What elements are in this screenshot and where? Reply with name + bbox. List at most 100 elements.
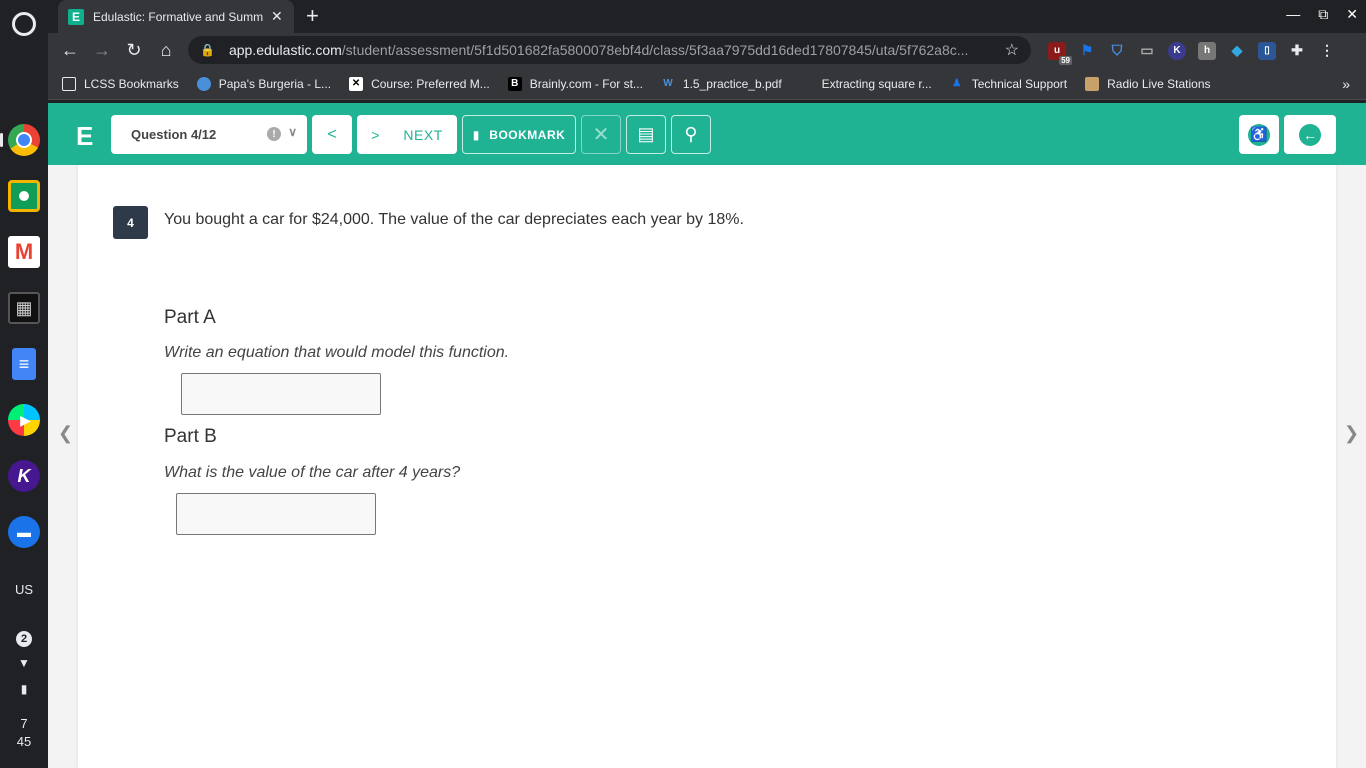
previous-page-arrow-icon[interactable]: ❮ [58,423,73,444]
clock-hour[interactable]: 7 [0,716,48,731]
browser-toolbar: ← → ↻ ⌂ 🔒 app.edulastic.com/student/asse… [48,33,1366,68]
scratchpad-icon: ▤ [637,124,655,144]
user-avatar[interactable]: US [0,582,48,597]
bookmark-star-icon[interactable]: ☆ [1005,40,1019,60]
launcher-icon[interactable] [12,12,36,36]
extensions-bar: u 59 ⚑ ⛉ ▭ K h ◆ ▯ ✚ ⋮ [1048,33,1336,68]
bookmark-label: Brainly.com - For st... [529,76,643,91]
flag-extension-icon[interactable]: ⚑ [1078,42,1096,60]
magnifier-icon: ⚲ [684,124,698,144]
bookmarks-overflow-icon[interactable]: » [1342,76,1350,92]
alert-icon: ! [267,127,281,141]
bookmark-label: Papa's Burgeria - L... [218,76,332,91]
tab-title: Edulastic: Formative and Summ [93,9,264,24]
os-shelf: US 2 ▼ ▮ 7 45 [0,0,48,768]
wifi-icon[interactable]: ▼ [0,656,48,670]
puzzle-extensions-icon[interactable]: ✚ [1288,42,1306,60]
bookmark-label: Technical Support [971,76,1068,91]
part-a-title: Part A [164,307,216,328]
globe-icon [196,76,211,91]
battery-icon[interactable]: ▮ [0,682,48,696]
bookmark-item[interactable]: Radio Live Stations [1085,76,1211,91]
bookmark-item[interactable]: B Brainly.com - For st... [507,76,643,91]
bookmark-label: Radio Live Stations [1107,76,1211,91]
cast-extension-icon[interactable]: ▭ [1138,42,1156,60]
bookmark-item[interactable]: LCSS Bookmarks [62,76,179,91]
url-text: app.edulastic.com/student/assessment/5f1… [229,42,999,58]
h-extension-icon[interactable]: h [1198,41,1216,60]
exit-arrow-icon: ← [1299,123,1321,146]
minimize-icon[interactable]: — [1286,6,1300,23]
question-selector[interactable]: Question 4/12 ! ∨ [111,115,307,154]
scratchpad-button[interactable]: ▤ [626,115,666,154]
accessibility-icon: ♿ [1248,123,1270,146]
bookmark-button[interactable]: ▮ BOOKMARK [462,115,576,154]
assessment-header: E Question 4/12 ! ∨ < > NEXT ▮ BOOKMARK ✕ … [48,103,1366,165]
brainly-icon: B [507,76,522,91]
zoom-button[interactable]: ⚲ [671,115,711,154]
close-icon: ✕ [592,124,610,146]
accessibility-button[interactable]: ♿ [1239,115,1279,154]
address-bar[interactable]: 🔒 app.edulastic.com/student/assessment/5… [188,36,1031,64]
classroom-app-icon[interactable] [8,180,40,212]
part-a-prompt: Write an equation that would model this … [164,344,510,361]
k-extension-icon[interactable]: K [1168,41,1186,60]
bookmark-item[interactable]: ♟ Technical Support [950,77,1067,91]
ublock-extension-icon[interactable]: u 59 [1048,41,1072,65]
tab-edulastic[interactable]: E Edulastic: Formative and Summ ✕ [58,0,294,33]
new-tab-icon[interactable]: + [306,4,319,28]
bookmark-label: Extracting square r... [821,76,932,91]
bookmark-item[interactable]: Extracting square r... [822,77,932,91]
bookmarks-bar: LCSS Bookmarks Papa's Burgeria - L... ✕ C… [48,68,1366,100]
files-app-icon[interactable] [8,516,40,548]
kahoot-app-icon[interactable] [8,460,40,492]
next-button[interactable]: > NEXT [357,115,457,154]
window-controls: — ⧉ ✕ [1286,6,1358,23]
bookmark-label: BOOKMARK [489,127,566,142]
chevron-down-icon: ∨ [288,125,297,139]
person-icon: ♟ [952,78,962,89]
docs-app-icon[interactable] [12,348,36,380]
bookmark-item[interactable]: Papa's Burgeria - L... [196,76,332,91]
x-logo-icon: ✕ [349,76,364,91]
restore-icon[interactable]: ⧉ [1318,6,1328,23]
bookmark-label: LCSS Bookmarks [84,76,179,91]
play-store-app-icon[interactable] [8,404,40,436]
chevron-left-icon: < [327,125,337,143]
previous-question-button[interactable]: < [312,115,352,154]
diamond-extension-icon[interactable]: ◆ [1228,42,1246,60]
bookmark-label: Course: Preferred M... [371,76,490,91]
edulastic-logo: E [76,121,94,151]
reload-icon[interactable]: ↻ [118,35,150,67]
bookmark-icon: ▮ [472,127,480,142]
notification-count-badge[interactable]: 2 [0,630,48,647]
part-b-title: Part B [164,426,217,447]
home-icon[interactable]: ⌂ [150,35,182,67]
calculator-app-icon[interactable] [8,292,40,324]
back-icon[interactable]: ← [54,35,86,67]
gmail-app-icon[interactable] [8,236,40,268]
bookmark-item[interactable]: ✕ Course: Preferred M... [349,76,490,91]
edulastic-favicon-icon: E [68,8,84,25]
lock-icon[interactable]: 🔒 [200,43,215,57]
folder-icon [62,76,76,91]
tab-strip: E Edulastic: Formative and Summ ✕ + — ⧉ … [48,0,1366,33]
shield-extension-icon[interactable]: ⛉ [1108,42,1126,60]
bookmark-item[interactable]: W 1.5_practice_b.pdf [661,77,781,91]
active-app-indicator [0,133,3,147]
close-tab-icon[interactable]: ✕ [271,8,283,25]
clock-minute[interactable]: 45 [0,734,48,749]
part-b-answer-input[interactable] [176,493,376,535]
part-a-answer-input[interactable] [181,373,381,415]
reader-extension-icon[interactable]: ▯ [1258,41,1276,60]
chevron-right-icon: > [371,126,380,143]
question-card: 4 You bought a car for $24,000. The valu… [78,165,1336,768]
forward-icon[interactable]: → [86,35,118,67]
edulastic-page: E Question 4/12 ! ∨ < > NEXT ▮ BOOKMARK ✕ … [48,103,1366,768]
close-window-icon[interactable]: ✕ [1346,6,1358,23]
next-page-arrow-icon[interactable]: ❯ [1344,423,1359,444]
eliminate-answer-button[interactable]: ✕ [581,115,621,154]
exit-button[interactable]: ← [1284,115,1336,154]
menu-kebab-icon[interactable]: ⋮ [1318,42,1336,60]
chrome-app-icon[interactable] [8,124,40,156]
